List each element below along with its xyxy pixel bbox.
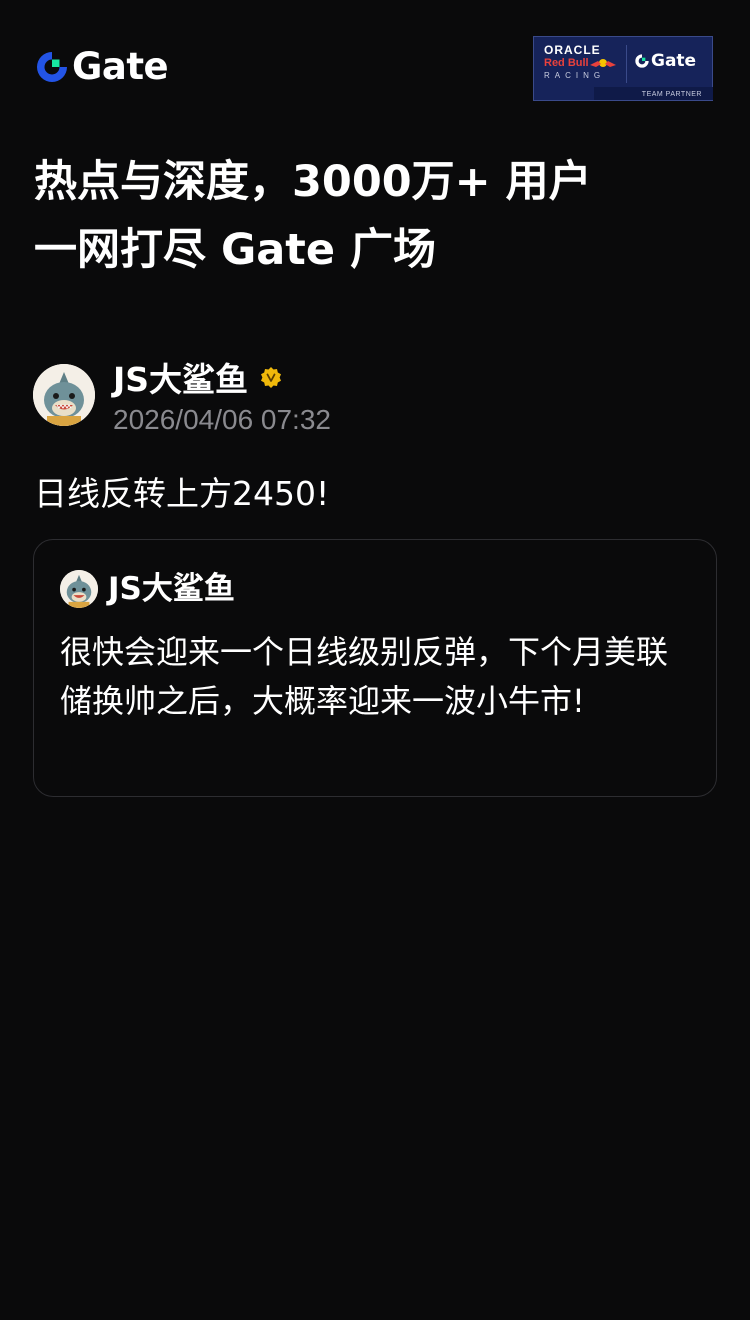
redbull-bulls-icon — [590, 59, 616, 67]
partner-gate-logo-icon — [635, 54, 649, 68]
gate-logo-icon — [37, 52, 67, 82]
quoted-post-card[interactable]: JS大鲨鱼 很快会迎来一个日线级别反弹，下个月美联储换帅之后，大概率迎来一波小牛… — [33, 539, 717, 797]
author-name-wrap: JS大鲨鱼 — [113, 360, 282, 399]
quote-author-avatar — [60, 570, 98, 608]
shark-avatar-icon — [60, 570, 98, 608]
post-text: 日线反转上方2450! — [34, 474, 330, 513]
shark-avatar-icon — [33, 364, 95, 426]
post-author-row: JS大鲨鱼 2026/04/06 07:32 — [33, 360, 723, 442]
quote-author-name: JS大鲨鱼 — [108, 571, 235, 607]
quote-text: 很快会迎来一个日线级别反弹，下个月美联储换帅之后，大概率迎来一波小牛市! — [60, 633, 669, 720]
header: Gate ORACLE Red Bull RACING Gate TEAM PA… — [0, 0, 750, 110]
team-partner-badge: ORACLE Red Bull RACING Gate TEAM PARTNER — [533, 36, 713, 101]
headline-line-1: 热点与深度，3000万+ 用户 — [34, 157, 592, 207]
partner-oracle-text: ORACLE — [544, 43, 601, 57]
gate-logo[interactable]: Gate — [34, 45, 169, 88]
page-headline: 热点与深度，3000万+ 用户 一网打尽 Gate 广场 — [34, 148, 724, 284]
partner-divider — [626, 45, 627, 83]
partner-gate-text: Gate — [651, 51, 697, 71]
author-name[interactable]: JS大鲨鱼 — [113, 353, 248, 401]
logo-text: Gate — [72, 45, 169, 88]
partner-team-text: TEAM PARTNER — [641, 91, 702, 98]
post-timestamp: 2026/04/06 07:32 — [113, 404, 331, 435]
headline-line-2: 一网打尽 Gate 广场 — [34, 225, 436, 275]
verified-badge-icon — [261, 367, 282, 388]
partner-redbull-text: Red Bull — [544, 57, 589, 69]
partner-gate-logo: Gate — [634, 51, 696, 71]
author-avatar[interactable] — [33, 364, 95, 426]
partner-racing-text: RACING — [544, 71, 606, 80]
